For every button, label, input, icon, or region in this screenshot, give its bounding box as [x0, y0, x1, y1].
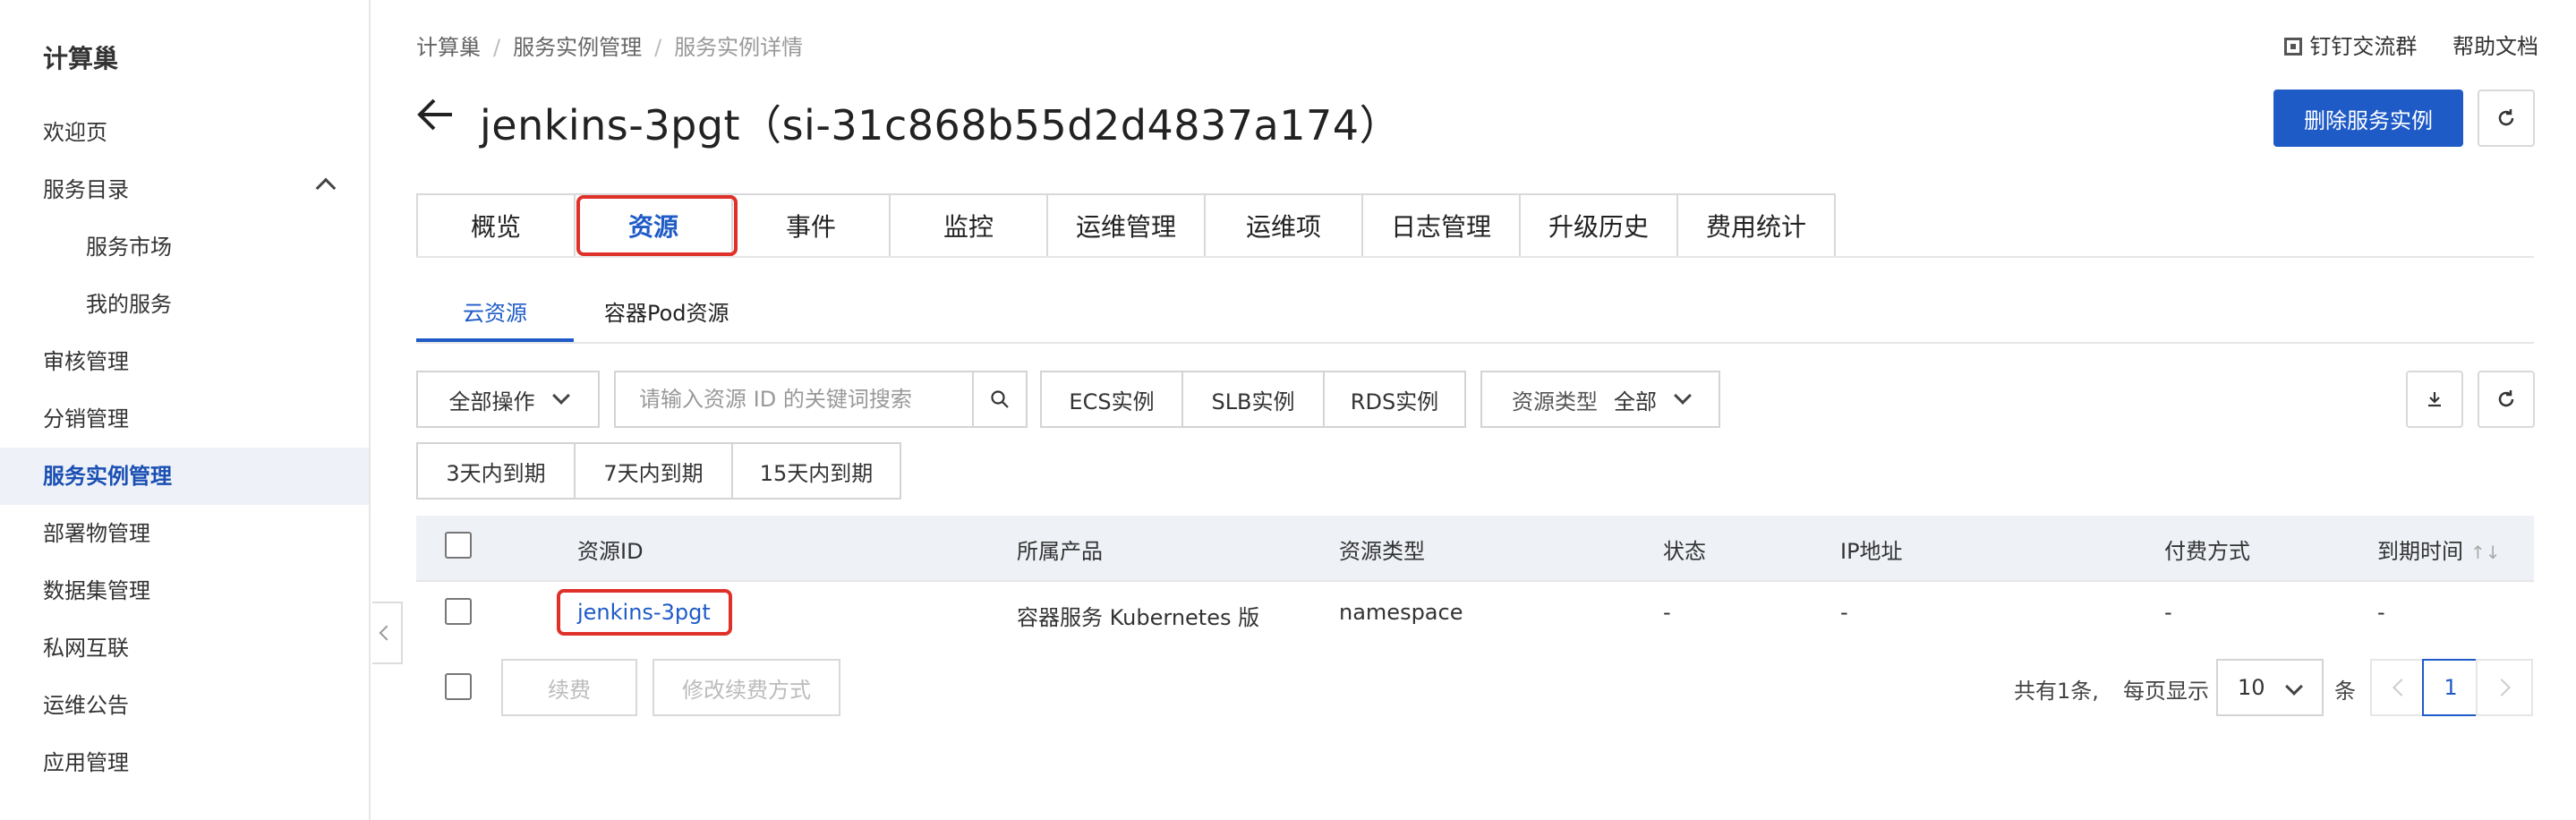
sort-icon[interactable]: ↑↓: [2470, 542, 2501, 563]
sidebar: 计算巢 欢迎页 服务目录 服务市场 我的服务 审核管理 分销管理 服务实例管理 …: [0, 0, 371, 820]
highlight-box-resource-id: [557, 589, 732, 636]
chevron-left-icon: [379, 625, 395, 641]
bulk-action-dropdown[interactable]: 全部操作: [416, 371, 600, 428]
column-header-status: 状态: [1663, 539, 1706, 564]
dingtalk-group-link[interactable]: 钉钉交流群: [2309, 29, 2417, 60]
tab-upgrade-history[interactable]: 升级历史: [1519, 193, 1678, 258]
column-header-expiry-label: 到期时间: [2377, 539, 2463, 564]
sidebar-item-ops-notice[interactable]: 运维公告: [43, 692, 129, 719]
table-refresh-button[interactable]: [2478, 371, 2535, 428]
back-arrow-icon[interactable]: [416, 95, 456, 134]
renew-button[interactable]: 续费: [501, 659, 637, 716]
tab-logs[interactable]: 日志管理: [1361, 193, 1521, 258]
chevron-up-icon[interactable]: [315, 177, 337, 199]
change-renew-button[interactable]: 修改续费方式: [653, 659, 840, 716]
column-header-billing: 付费方式: [2164, 539, 2250, 564]
filter-3-days-button[interactable]: 3天内到期: [416, 442, 576, 500]
tabs-divider: [416, 256, 2534, 258]
resource-quick-filters: ECS实例 SLB实例 RDS实例: [1040, 371, 1466, 428]
footer-select-all-checkbox[interactable]: [445, 673, 472, 700]
select-all-checkbox[interactable]: [445, 532, 472, 559]
filter-slb-button[interactable]: SLB实例: [1181, 371, 1325, 428]
qr-code-icon: [2284, 38, 2303, 56]
per-page-label: 每页显示: [2123, 679, 2209, 704]
cell-ip: -: [1840, 600, 1848, 625]
tab-ops-management[interactable]: 运维管理: [1046, 193, 1206, 258]
top-links: 钉钉交流群 帮助文档: [2284, 29, 2538, 60]
tab-ops-items[interactable]: 运维项: [1204, 193, 1363, 258]
bulk-action-label: 全部操作: [448, 389, 535, 414]
breadcrumb: 计算巢 / 服务实例管理 / 服务实例详情: [416, 30, 803, 61]
sidebar-item-service-market[interactable]: 服务市场: [86, 234, 172, 261]
sidebar-item-my-services[interactable]: 我的服务: [86, 291, 172, 318]
sidebar-item-datasets[interactable]: 数据集管理: [43, 577, 150, 604]
resource-type-label: 资源类型: [1512, 389, 1598, 414]
sidebar-item-private-link[interactable]: 私网互联: [43, 635, 129, 662]
search-button[interactable]: [972, 371, 1028, 428]
next-page-button[interactable]: [2476, 659, 2533, 716]
chevron-left-icon: [2393, 679, 2410, 696]
cell-billing: -: [2164, 600, 2172, 625]
sidebar-item-distribution[interactable]: 分销管理: [43, 406, 129, 432]
row-checkbox[interactable]: [445, 598, 472, 625]
breadcrumb-item[interactable]: 计算巢: [416, 30, 481, 61]
search-input[interactable]: [614, 371, 972, 428]
highlight-box-resources-tab: [576, 195, 738, 256]
cell-status: -: [1663, 600, 1671, 625]
breadcrumb-item[interactable]: 服务实例管理: [513, 30, 642, 61]
resource-type-value: 全部: [1614, 389, 1657, 414]
sidebar-item-app-management[interactable]: 应用管理: [43, 749, 129, 776]
page-title: jenkins-3pgt（si-31c868b55d2d4837a174）: [480, 101, 1401, 149]
breadcrumb-current: 服务实例详情: [674, 35, 804, 60]
page-1-button[interactable]: 1: [2422, 659, 2479, 716]
table-header-divider: [416, 580, 2534, 582]
page-size-select[interactable]: 10: [2216, 659, 2324, 716]
prev-page-button[interactable]: [2370, 659, 2427, 716]
sidebar-item-artifacts[interactable]: 部署物管理: [43, 520, 150, 547]
tab-cost-stats[interactable]: 费用统计: [1676, 193, 1836, 258]
download-button[interactable]: [2406, 371, 2463, 428]
column-header-resource-id: 资源ID: [577, 539, 644, 564]
download-icon: [2428, 392, 2441, 407]
delete-instance-button[interactable]: 删除服务实例: [2273, 90, 2463, 147]
chevron-down-icon: [1674, 387, 1692, 405]
subtab-cloud-resources[interactable]: 云资源: [416, 295, 574, 342]
sidebar-item-welcome[interactable]: 欢迎页: [43, 119, 107, 146]
cell-expiry: -: [2377, 600, 2385, 625]
sidebar-collapse-button[interactable]: [372, 602, 403, 664]
sidebar-item-service-instances[interactable]: 服务实例管理: [43, 463, 172, 490]
sidebar-item-service-catalog[interactable]: 服务目录: [43, 176, 129, 203]
expiry-quick-filters: 3天内到期 7天内到期 15天内到期: [416, 442, 901, 500]
column-header-resource-type: 资源类型: [1339, 539, 1425, 564]
column-header-product: 所属产品: [1017, 539, 1103, 564]
chevron-down-icon: [2285, 678, 2303, 696]
help-docs-link[interactable]: 帮助文档: [2452, 29, 2538, 60]
filter-ecs-button[interactable]: ECS实例: [1040, 371, 1183, 428]
column-header-ip: IP地址: [1840, 539, 1903, 564]
filter-rds-button[interactable]: RDS实例: [1323, 371, 1466, 428]
tab-events[interactable]: 事件: [731, 193, 891, 258]
refresh-icon: [2498, 390, 2514, 407]
tab-overview[interactable]: 概览: [416, 193, 576, 258]
refresh-icon: [2498, 109, 2514, 126]
filter-15-days-button[interactable]: 15天内到期: [731, 442, 901, 500]
search-icon: [991, 390, 1009, 408]
chevron-right-icon: [2493, 679, 2511, 696]
tab-monitoring[interactable]: 监控: [889, 193, 1048, 258]
filter-7-days-button[interactable]: 7天内到期: [574, 442, 733, 500]
refresh-button[interactable]: [2478, 90, 2535, 147]
subtabs-divider: [416, 342, 2534, 344]
resource-type-select[interactable]: 资源类型 全部: [1480, 371, 1720, 428]
sidebar-title: 计算巢: [43, 44, 119, 73]
subtab-pod-resources[interactable]: 容器Pod资源: [574, 295, 760, 342]
sidebar-item-review[interactable]: 审核管理: [43, 348, 129, 375]
column-header-expiry[interactable]: 到期时间 ↑↓: [2377, 534, 2501, 565]
cell-resource-type: namespace: [1339, 600, 1463, 625]
sub-tabs: 云资源 容器Pod资源: [416, 295, 760, 342]
page-size-value: 10: [2238, 675, 2265, 700]
per-page-unit: 条: [2334, 679, 2356, 704]
chevron-down-icon: [551, 387, 570, 405]
total-count: 共有1条,: [2014, 679, 2099, 704]
cell-product: 容器服务 Kubernetes 版: [1017, 605, 1260, 630]
